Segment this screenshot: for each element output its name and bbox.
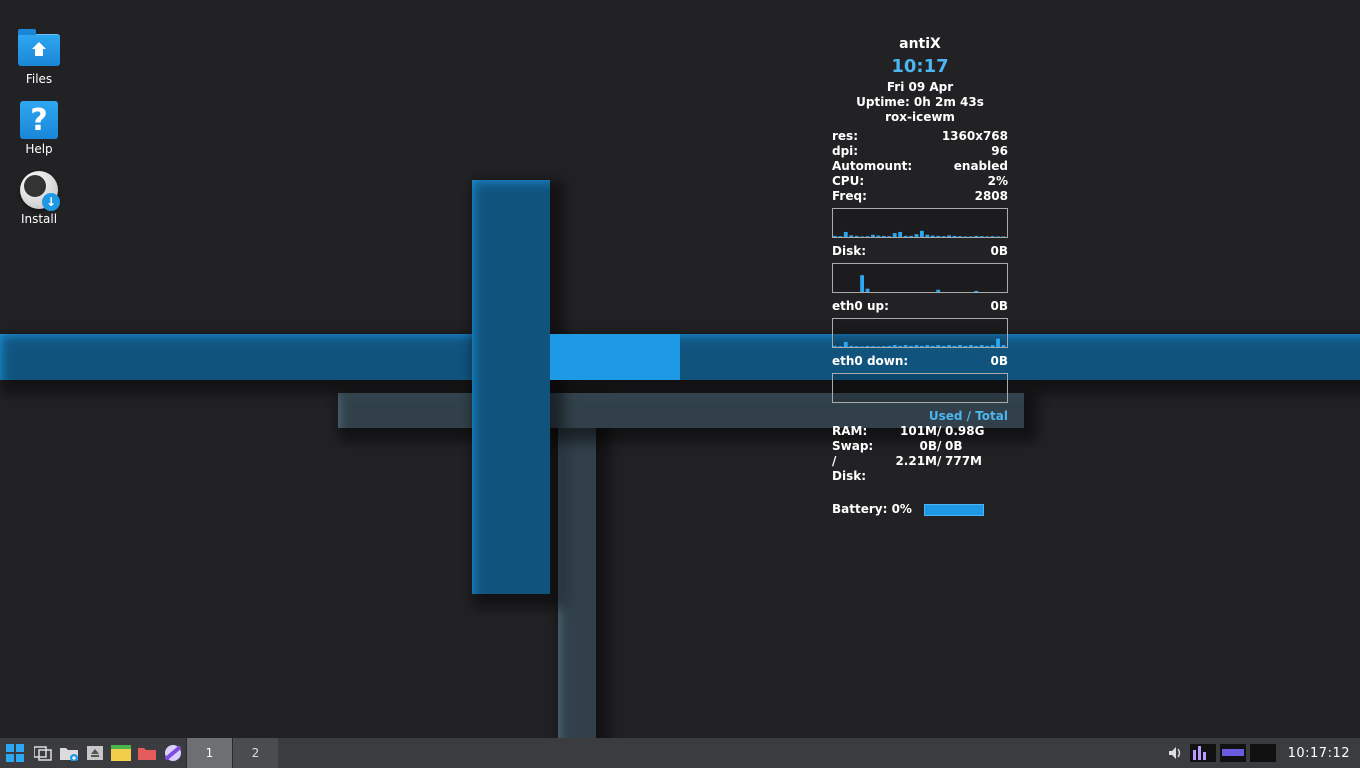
folder-icon (18, 32, 60, 68)
browser-launcher[interactable] (160, 738, 186, 768)
os-name: antiX (832, 36, 1008, 54)
start-menu-button[interactable] (0, 738, 30, 768)
taskbar: 1 2 10:17:12 (0, 738, 1360, 768)
taskbar-window-area[interactable] (278, 738, 1162, 768)
disk-label: Disk: (832, 244, 948, 259)
conky-date: Fri 09 Apr (832, 80, 1008, 95)
windows-icon (34, 745, 52, 761)
disk-graph (832, 263, 1008, 293)
used-total-header: Used / Total (832, 409, 1008, 424)
file-manager-launcher[interactable] (56, 738, 82, 768)
help-icon: ? (18, 102, 60, 138)
eth0-down-graph (832, 373, 1008, 403)
conky-session: rox-icewm (832, 110, 1008, 125)
conky-time: 10:17 (832, 56, 1008, 79)
mem-tray-applet[interactable] (1220, 744, 1246, 762)
terminal-launcher[interactable] (108, 738, 134, 768)
eth0-down-value: 0B (975, 354, 1008, 369)
install-icon: ↓ (18, 172, 60, 208)
desktop-icon-label: Help (25, 142, 52, 156)
apps-icon (5, 743, 25, 763)
desktop-icon-label: Install (21, 212, 57, 226)
mem-disk-row: / Disk:2.21M/777M (832, 454, 1008, 484)
disk-value: 0B (948, 244, 1008, 259)
wallpaper (0, 0, 1360, 768)
mem-swap-row: Swap:0B/0B (832, 439, 1008, 454)
speaker-icon (1167, 745, 1183, 761)
desktop-icon-install[interactable]: ↓ Install (14, 172, 64, 226)
volume-button[interactable] (1162, 738, 1188, 768)
net-tray-applet[interactable] (1250, 744, 1276, 762)
eject-button[interactable] (82, 738, 108, 768)
editor-launcher[interactable] (134, 738, 160, 768)
eth0-up-label: eth0 up: (832, 299, 967, 314)
eth0-up-graph (832, 318, 1008, 348)
desktop-icons: Files ? Help ↓ Install (14, 32, 64, 226)
show-desktop-button[interactable] (30, 738, 56, 768)
workspace-1-button[interactable]: 1 (186, 738, 232, 768)
folder-red-icon (137, 745, 157, 761)
conky-stats-table: res:1360x768 dpi:96 Automount:enabled CP… (832, 129, 1008, 204)
terminal-icon (111, 745, 131, 761)
conky-uptime: Uptime: 0h 2m 43s (832, 95, 1008, 110)
battery-bar-icon (924, 504, 984, 516)
cpu-tray-applet[interactable] (1190, 744, 1216, 762)
battery-label: Battery: 0% (832, 502, 912, 517)
battery-row: Battery: 0% (832, 502, 1008, 517)
eth0-up-value: 0B (967, 299, 1008, 314)
eject-icon (86, 745, 104, 761)
eth0-down-label: eth0 down: (832, 354, 975, 369)
taskbar-clock[interactable]: 10:17:12 (1278, 738, 1360, 768)
desktop-icon-help[interactable]: ? Help (14, 102, 64, 156)
mem-ram-row: RAM:101M/0.98G (832, 424, 1008, 439)
cpu-graph (832, 208, 1008, 238)
desktop-icon-files[interactable]: Files (14, 32, 64, 86)
desktop-icon-label: Files (26, 72, 52, 86)
workspace-2-button[interactable]: 2 (232, 738, 278, 768)
globe-icon (164, 744, 182, 762)
folder-icon (59, 745, 79, 761)
conky-panel: antiX 10:17 Fri 09 Apr Uptime: 0h 2m 43s… (832, 36, 1008, 517)
